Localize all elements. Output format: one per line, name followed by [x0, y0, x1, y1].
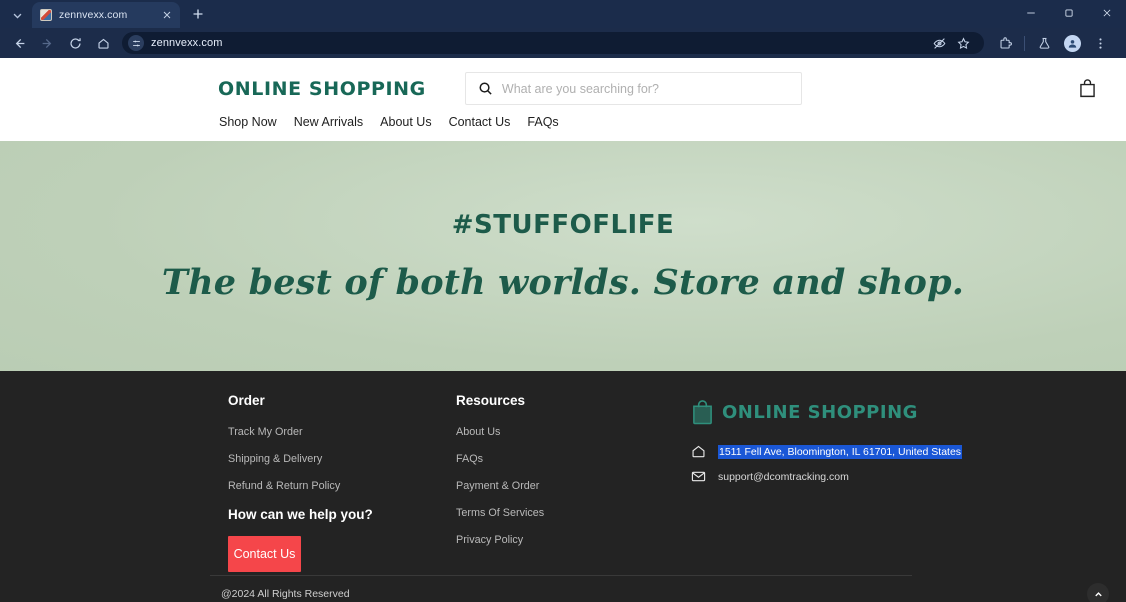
footer-address-text[interactable]: 1511 Fell Ave, Bloomington, IL 61701, Un…: [718, 444, 963, 459]
site-footer: Order Track My Order Shipping & Delivery…: [0, 371, 1126, 602]
footer-brand-row: ONLINE SHOPPING: [691, 399, 1126, 425]
shopping-bag-icon: [1080, 79, 1095, 98]
window-controls: [1012, 0, 1126, 26]
flask-icon: [1039, 37, 1049, 49]
footer-order-title: Order: [228, 393, 265, 408]
home-button[interactable]: [90, 31, 116, 55]
bookmark-button[interactable]: [952, 31, 974, 55]
new-tab-button[interactable]: [187, 3, 209, 25]
tab-strip: zennvexx.com: [0, 0, 1126, 28]
scroll-to-top-button[interactable]: [1087, 583, 1109, 602]
hero-headline: The best of both worlds. Store and shop.: [161, 261, 965, 303]
search-input[interactable]: [501, 81, 789, 96]
footer-columns: Order Track My Order Shipping & Delivery…: [0, 393, 1126, 572]
envelope-glyph: [691, 471, 706, 482]
chevron-down-icon: [13, 13, 21, 19]
toolbar-divider: [1024, 35, 1025, 51]
maximize-button[interactable]: [1050, 0, 1088, 26]
footer-email-text[interactable]: support@dcomtracking.com: [718, 471, 849, 483]
profile-avatar-icon: [1063, 34, 1081, 52]
address-bar-actions: [928, 31, 974, 55]
tab-close-button[interactable]: [160, 8, 174, 22]
back-arrow-icon: [15, 38, 24, 48]
footer-divider: [210, 575, 912, 576]
nav-item-contact-us[interactable]: Contact Us: [449, 115, 511, 129]
footer-address-row: 1511 Fell Ave, Bloomington, IL 61701, Un…: [691, 444, 1126, 459]
site-logo[interactable]: ONLINE SHOPPING: [218, 78, 426, 100]
footer-link-shipping-delivery[interactable]: Shipping & Delivery: [228, 453, 456, 465]
footer-link-terms-of-services[interactable]: Terms Of Services: [456, 507, 691, 519]
browser-toolbar: zennvexx.com: [0, 28, 1126, 58]
footer-link-about-us[interactable]: About Us: [456, 426, 691, 438]
site-header: ONLINE SHOPPING Shop Now New Arrivals Ab…: [0, 58, 1126, 141]
forward-arrow-icon: [42, 38, 51, 48]
search-icon: [479, 82, 492, 95]
hero-banner: #STUFFOFLIFE The best of both worlds. St…: [0, 141, 1126, 371]
close-icon: [163, 11, 171, 19]
reload-icon: [69, 37, 81, 49]
footer-resources-title: Resources: [456, 393, 526, 408]
minimize-icon: [1027, 12, 1035, 14]
footer-link-privacy-policy[interactable]: Privacy Policy: [456, 534, 691, 546]
page-content: ONLINE SHOPPING Shop Now New Arrivals Ab…: [0, 58, 1126, 602]
extensions-icon: [1000, 36, 1012, 48]
footer-email-row: support@dcomtracking.com: [691, 469, 1126, 484]
search-box[interactable]: [464, 72, 802, 105]
person-icon: [1068, 39, 1076, 48]
maximize-icon: [1065, 9, 1073, 17]
browser-menu-button[interactable]: [1087, 31, 1113, 55]
shopping-bag-icon: [691, 399, 714, 425]
footer-column-brand: ONLINE SHOPPING 1511 Fell Ave, Bloomingt…: [691, 393, 1126, 572]
tracking-protection-button[interactable]: [928, 31, 950, 55]
footer-link-refund-return-policy[interactable]: Refund & Return Policy: [228, 480, 456, 492]
footer-column-order: Order Track My Order Shipping & Delivery…: [228, 393, 456, 572]
address-bar[interactable]: zennvexx.com: [122, 32, 984, 54]
close-icon: [1103, 9, 1111, 17]
home-icon: [97, 38, 109, 49]
back-button[interactable]: [6, 31, 32, 55]
footer-link-faqs[interactable]: FAQs: [456, 453, 691, 465]
browser-window: zennvexx.com zennvexx.com ONLINE SHOPPIN…: [0, 0, 1126, 602]
hero-tagline: #STUFFOFLIFE: [451, 209, 675, 240]
header-row: ONLINE SHOPPING: [0, 72, 1126, 105]
nav-item-shop-now[interactable]: Shop Now: [219, 115, 277, 129]
footer-link-payment-order[interactable]: Payment & Order: [456, 480, 691, 492]
tab-title: zennvexx.com: [59, 9, 128, 21]
footer-copyright: @2024 All Rights Reserved: [221, 588, 350, 600]
chevron-up-icon: [1094, 591, 1102, 596]
footer-link-track-my-order[interactable]: Track My Order: [228, 426, 456, 438]
minimize-button[interactable]: [1012, 0, 1050, 26]
profile-button[interactable]: [1059, 31, 1085, 55]
star-icon: [957, 36, 969, 49]
eye-slash-icon: [933, 37, 945, 49]
footer-help-title: How can we help you?: [228, 507, 373, 522]
cart-button[interactable]: [1077, 78, 1098, 99]
home-glyph: [692, 445, 705, 458]
labs-button[interactable]: [1031, 31, 1057, 55]
nav-item-new-arrivals[interactable]: New Arrivals: [294, 115, 363, 129]
reload-button[interactable]: [62, 31, 88, 55]
tab-search-button[interactable]: [4, 4, 30, 26]
forward-button[interactable]: [34, 31, 60, 55]
plus-icon: [193, 9, 203, 19]
nav-item-about-us[interactable]: About Us: [380, 115, 431, 129]
envelope-icon: [691, 469, 706, 484]
footer-column-resources: Resources About Us FAQs Payment & Order …: [456, 393, 691, 572]
footer-brand-name: ONLINE SHOPPING: [722, 401, 918, 423]
extensions-button[interactable]: [992, 31, 1018, 55]
address-bar-url: zennvexx.com: [151, 37, 223, 49]
shopping-bag-glyph: [693, 400, 712, 425]
contact-us-button[interactable]: Contact Us: [228, 536, 301, 572]
browser-tab[interactable]: zennvexx.com: [32, 2, 180, 28]
home-icon: [691, 444, 706, 459]
tab-favicon: [40, 9, 52, 21]
three-dot-menu-icon: [1098, 37, 1102, 49]
site-nav: Shop Now New Arrivals About Us Contact U…: [0, 105, 1126, 141]
sliders-icon: [132, 40, 140, 46]
nav-item-faqs[interactable]: FAQs: [527, 115, 558, 129]
site-settings-icon[interactable]: [128, 35, 144, 51]
close-window-button[interactable]: [1088, 0, 1126, 26]
